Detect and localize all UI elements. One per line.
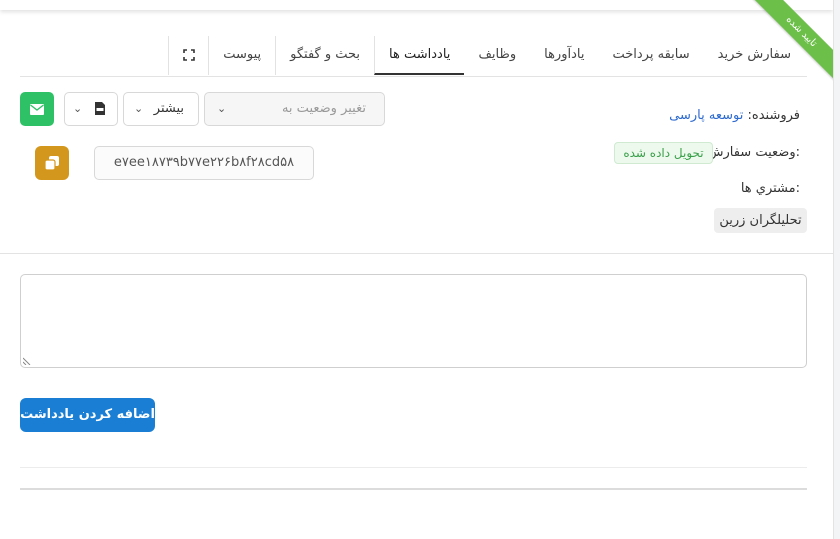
tab-attachments[interactable]: پیوست: [208, 36, 275, 75]
status-select-placeholder: تغییر وضعیت به: [281, 101, 366, 116]
chevron-down-icon: ⌄: [217, 102, 227, 115]
more-label: بیشتر: [153, 101, 184, 116]
add-note-button[interactable]: اضافه کردن یادداشت: [20, 398, 155, 432]
pdf-dropdown-button[interactable]: ⌄: [64, 92, 118, 126]
expand-icon: [182, 48, 195, 61]
tab-notes[interactable]: یادداشت ها: [374, 36, 465, 75]
chevron-down-icon: ⌄: [73, 102, 83, 115]
footer-divider-thick: [20, 488, 807, 490]
envelope-icon: [30, 104, 44, 115]
more-dropdown-button[interactable]: ⌄ بیشتر: [123, 92, 199, 126]
pdf-file-icon: [95, 102, 105, 115]
vendor-label: فروشنده:: [747, 108, 801, 123]
tab-expand[interactable]: [168, 36, 208, 75]
vendor-row: فروشنده: توسعه پارسی: [669, 108, 800, 123]
copy-button[interactable]: [35, 146, 69, 180]
vendor-link[interactable]: توسعه پارسی: [669, 108, 743, 123]
status-change-select[interactable]: ⌄ تغییر وضعیت به: [204, 92, 385, 126]
tab-underline: [20, 76, 807, 77]
order-panel: تایید شده سفارش خرید سابقه پرداخت یادآور…: [0, 0, 834, 539]
copy-icon: [44, 156, 59, 171]
section-divider: [0, 253, 833, 254]
customer-tag[interactable]: تحلیلگران زرین: [714, 208, 807, 233]
footer-divider: [20, 467, 807, 468]
tab-payment-history[interactable]: سابقه پرداخت: [598, 36, 703, 75]
tab-bar: سفارش خرید سابقه پرداخت یادآورها وظایف ی…: [168, 36, 805, 76]
tab-discussion[interactable]: بحث و گفتگو: [275, 36, 374, 75]
order-status-label: وضعیت سفارش:: [707, 145, 800, 160]
order-hash-field[interactable]: e۷ee۱۸۷۳۹b۷۷e۲۲۶b۸f۲۸cd۵۸: [94, 146, 314, 180]
tab-reminders[interactable]: یادآورها: [530, 36, 598, 75]
send-email-button[interactable]: [20, 92, 54, 126]
top-bar: [0, 0, 833, 10]
tab-purchase-order[interactable]: سفارش خرید: [704, 36, 805, 75]
note-textarea[interactable]: [20, 274, 807, 368]
tab-tasks[interactable]: وظایف: [464, 36, 530, 75]
customers-label: مشتري ها:: [740, 181, 800, 196]
resize-handle-icon: [23, 357, 31, 365]
chevron-down-icon: ⌄: [134, 102, 144, 115]
status-badge: تحویل داده شده: [614, 142, 713, 164]
